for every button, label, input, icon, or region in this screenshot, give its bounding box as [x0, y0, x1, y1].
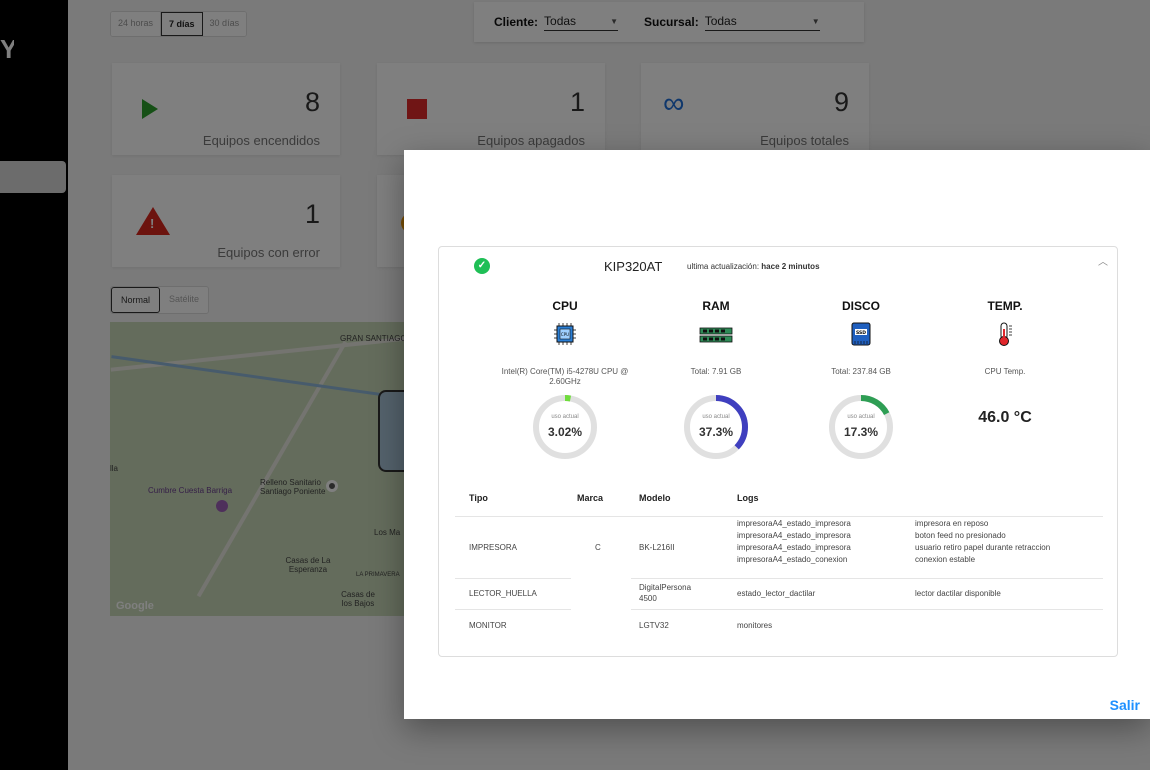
log-value: lector dactilar disponible [915, 589, 1001, 598]
column-header-marca: Marca [577, 493, 604, 503]
column-header-tipo: Tipo [469, 493, 488, 503]
log-key: impresoraA4_estado_impresora [737, 519, 851, 528]
gauge-value: 37.3% [698, 425, 734, 439]
metric-temp: TEMP. CPU Temp. 46.0 °C [930, 299, 1080, 427]
column-header-logs: Logs [737, 493, 759, 503]
ram-gauge: uso actual 37.3% [683, 394, 749, 460]
table-divider [631, 578, 1103, 579]
row-modelo: BK-L216II [639, 543, 675, 552]
check-circle-icon: ✓ [474, 258, 490, 274]
device-name: KIP320AT [604, 259, 663, 274]
ram-icon [699, 321, 733, 347]
log-value: impresora en reposo [915, 519, 989, 528]
table-divider [455, 578, 571, 579]
device-detail-modal: ✓ KIP320AT ultima actualización: hace 2 … [404, 150, 1150, 719]
row-marca: C [595, 543, 601, 552]
metric-cpu: CPU CPU Intel(R) Core(TM) i5-4278U CPU @… [490, 299, 640, 460]
row-tipo: IMPRESORA [469, 543, 518, 552]
cpu-gauge: uso actual 3.02% [532, 394, 598, 460]
gauge-label: uso actual [551, 414, 579, 420]
cpu-icon: CPU [554, 321, 576, 347]
last-update-prefix: ultima actualización: [687, 262, 760, 271]
thermometer-icon [994, 321, 1016, 347]
metric-desc: CPU Temp. [984, 367, 1026, 376]
metric-ram: RAM Total: 7.91 GB uso actual 37.3% [641, 299, 791, 460]
metric-title: DISCO [841, 299, 880, 313]
log-key: impresoraA4_estado_impresora [737, 543, 851, 552]
log-key: estado_lector_dactilar [737, 589, 816, 598]
gauge-value: 17.3% [843, 425, 879, 439]
log-value: boton feed no presionado [915, 531, 1006, 540]
table-divider [455, 516, 1103, 517]
gauge-label: uso actual [847, 414, 875, 420]
table-divider [455, 609, 571, 610]
ssd-icon: SSD [850, 321, 872, 347]
metric-desc: Total: 7.91 GB [690, 367, 742, 376]
last-update-value: hace 2 minutos [761, 262, 820, 271]
metric-desc: Intel(R) Core(TM) i5-4278U CPU @ 2.60GHz [501, 367, 629, 386]
disco-gauge: uso actual 17.3% [828, 394, 894, 460]
device-card-header[interactable]: ✓ KIP320AT ultima actualización: hace 2 … [439, 247, 1117, 285]
svg-text:SSD: SSD [856, 330, 866, 336]
device-card: ✓ KIP320AT ultima actualización: hace 2 … [438, 246, 1118, 657]
log-value: usuario retiro papel durante retraccion [915, 543, 1051, 552]
row-tipo: LECTOR_HUELLA [469, 589, 537, 598]
metric-desc: Total: 237.84 GB [831, 367, 891, 376]
log-key: monitores [737, 621, 773, 630]
metric-disco: DISCO SSD Total: 237.84 GB uso actual 17… [786, 299, 936, 460]
metric-title: TEMP. [987, 299, 1023, 313]
row-modelo: DigitalPersona 4500 [639, 583, 692, 603]
gauge-value: 3.02% [547, 425, 583, 439]
exit-button[interactable]: Salir [1110, 697, 1140, 713]
chevron-up-icon[interactable]: ︿ [1098, 253, 1108, 268]
svg-text:CPU: CPU [561, 332, 569, 337]
metric-title: RAM [702, 299, 730, 313]
metric-title: CPU [552, 299, 578, 313]
row-modelo: LGTV32 [639, 621, 669, 630]
log-value: conexion estable [915, 555, 976, 564]
log-key: impresoraA4_estado_conexion [737, 555, 848, 564]
row-tipo: MONITOR [469, 621, 507, 630]
log-key: impresoraA4_estado_impresora [737, 531, 851, 540]
table-divider [631, 609, 1103, 610]
last-update: ultima actualización: hace 2 minutos [687, 262, 820, 271]
gauge-label: uso actual [702, 414, 730, 420]
column-header-modelo: Modelo [639, 493, 671, 503]
temperature-value: 46.0 °C [978, 409, 1032, 426]
